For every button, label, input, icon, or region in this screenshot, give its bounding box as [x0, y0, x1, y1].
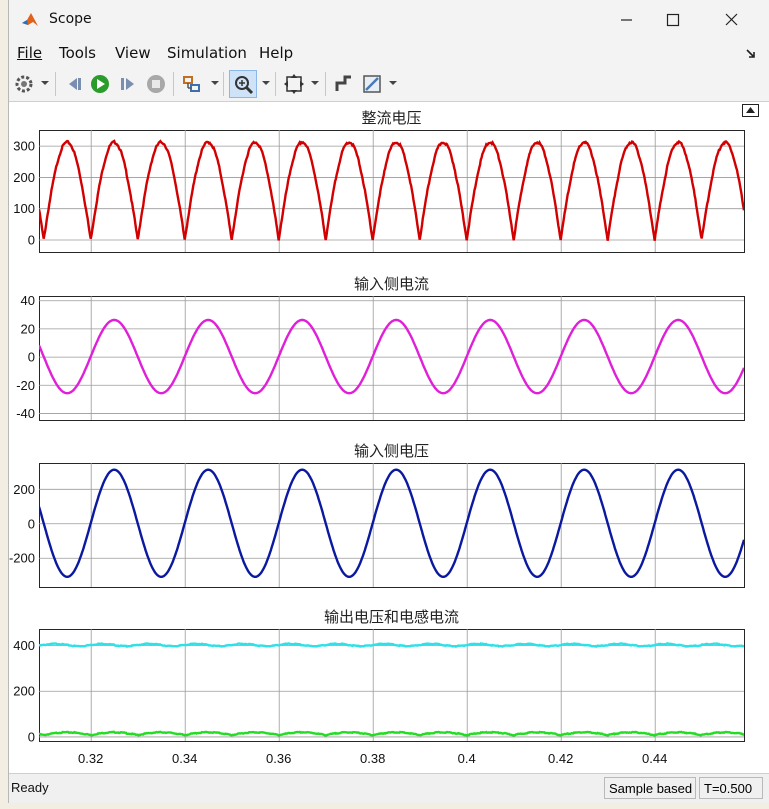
- sample-mode-indicator: Sample based: [604, 777, 696, 799]
- y-tick-label: -200: [9, 551, 35, 566]
- x-tick-label: 0.4: [458, 751, 476, 766]
- y-tick-label: 400: [13, 638, 35, 653]
- chart-title: 输出电压和电感电流: [324, 608, 459, 626]
- run-icon[interactable]: [89, 73, 111, 95]
- x-tick-label: 0.34: [172, 751, 197, 766]
- stop-icon[interactable]: [145, 73, 167, 95]
- menu-view[interactable]: View: [115, 44, 151, 62]
- x-tick-label: 0.36: [266, 751, 291, 766]
- y-tick-label: 100: [13, 201, 35, 216]
- menu-simulation[interactable]: Simulation: [167, 44, 247, 62]
- y-tick-label: 20: [21, 321, 35, 336]
- y-tick-label: 0: [28, 232, 35, 247]
- y-tick-label: 0: [28, 350, 35, 365]
- menu-help[interactable]: Help: [259, 44, 293, 62]
- plot-canvas[interactable]: 整流电压0100200300输入侧电流40200-20-40输入侧电压2000-…: [9, 102, 769, 773]
- step-back-icon[interactable]: [63, 73, 85, 95]
- menu-file[interactable]: File: [17, 44, 42, 62]
- fit-dropdown-icon[interactable]: [311, 81, 319, 85]
- chart-title: 输入侧电压: [354, 442, 429, 460]
- matlab-icon: [22, 13, 38, 26]
- y-tick-label: 0: [28, 729, 35, 744]
- y-tick-label: -20: [16, 378, 35, 393]
- x-tick-label: 0.44: [642, 751, 667, 766]
- fit-view-icon[interactable]: [283, 73, 305, 95]
- chart-title: 整流电压: [361, 109, 421, 127]
- chart-3[interactable]: 输入侧电压 200 0 -200: [9, 442, 745, 588]
- chart-2[interactable]: 输入侧电流 40 20 0 -20 -40: [16, 275, 745, 421]
- menu-bar: File Tools View Simulation Help: [9, 40, 769, 66]
- highlight-block-icon[interactable]: [181, 73, 203, 95]
- settings-dropdown-icon[interactable]: [41, 81, 49, 85]
- style-icon[interactable]: [361, 73, 383, 95]
- y-tick-label: 40: [21, 293, 35, 308]
- zoom-in-icon: [235, 76, 254, 95]
- x-tick-label: 0.32: [78, 751, 103, 766]
- status-text: Ready: [11, 780, 49, 795]
- y-tick-label: 200: [13, 684, 35, 699]
- chart-1[interactable]: 整流电压 0 100 200 300: [13, 109, 745, 253]
- zoom-dropdown-icon[interactable]: [262, 81, 270, 85]
- toolbar: [9, 66, 769, 102]
- maximize-button[interactable]: [645, 0, 701, 40]
- y-tick-label: 0: [28, 516, 35, 531]
- y-tick-label: 200: [13, 482, 35, 497]
- step-forward-icon[interactable]: [117, 73, 139, 95]
- zoom-button-active[interactable]: [229, 70, 257, 98]
- axes-box: [39, 296, 745, 421]
- chart-title: 输入侧电流: [354, 275, 429, 293]
- maximize-icon: [666, 13, 680, 27]
- chart-4[interactable]: 输出电压和电感电流 400 200 0 0.32 0.34 0.36 0.38 0.4 0.42 0…: [13, 608, 745, 766]
- scope-window: Scope File Tools View Simulation Help 整流…: [8, 0, 769, 803]
- simulation-time: T=0.500: [699, 777, 763, 799]
- cursor-measure-icon[interactable]: [333, 73, 355, 95]
- y-tick-label: 300: [13, 139, 35, 154]
- settings-icon[interactable]: [13, 73, 35, 95]
- close-button[interactable]: [704, 0, 760, 40]
- undock-icon[interactable]: [745, 48, 757, 60]
- legend-toggle-icon[interactable]: [742, 104, 759, 117]
- x-tick-label: 0.42: [548, 751, 573, 766]
- x-tick-label: 0.38: [360, 751, 385, 766]
- menu-tools[interactable]: Tools: [59, 44, 96, 62]
- close-icon: [725, 13, 738, 26]
- status-bar: Ready Sample based T=0.500: [9, 773, 769, 803]
- y-tick-label: 200: [13, 170, 35, 185]
- highlight-dropdown-icon[interactable]: [211, 81, 219, 85]
- style-dropdown-icon[interactable]: [389, 81, 397, 85]
- scope-display[interactable]: 整流电压 0 100 200 300 输入侧电流 40 20 0 -20 -40 输入侧电压 200 0-…: [9, 102, 769, 773]
- window-title: Scope: [49, 11, 92, 27]
- title-bar[interactable]: Scope: [9, 0, 769, 40]
- y-tick-label: -40: [16, 406, 35, 421]
